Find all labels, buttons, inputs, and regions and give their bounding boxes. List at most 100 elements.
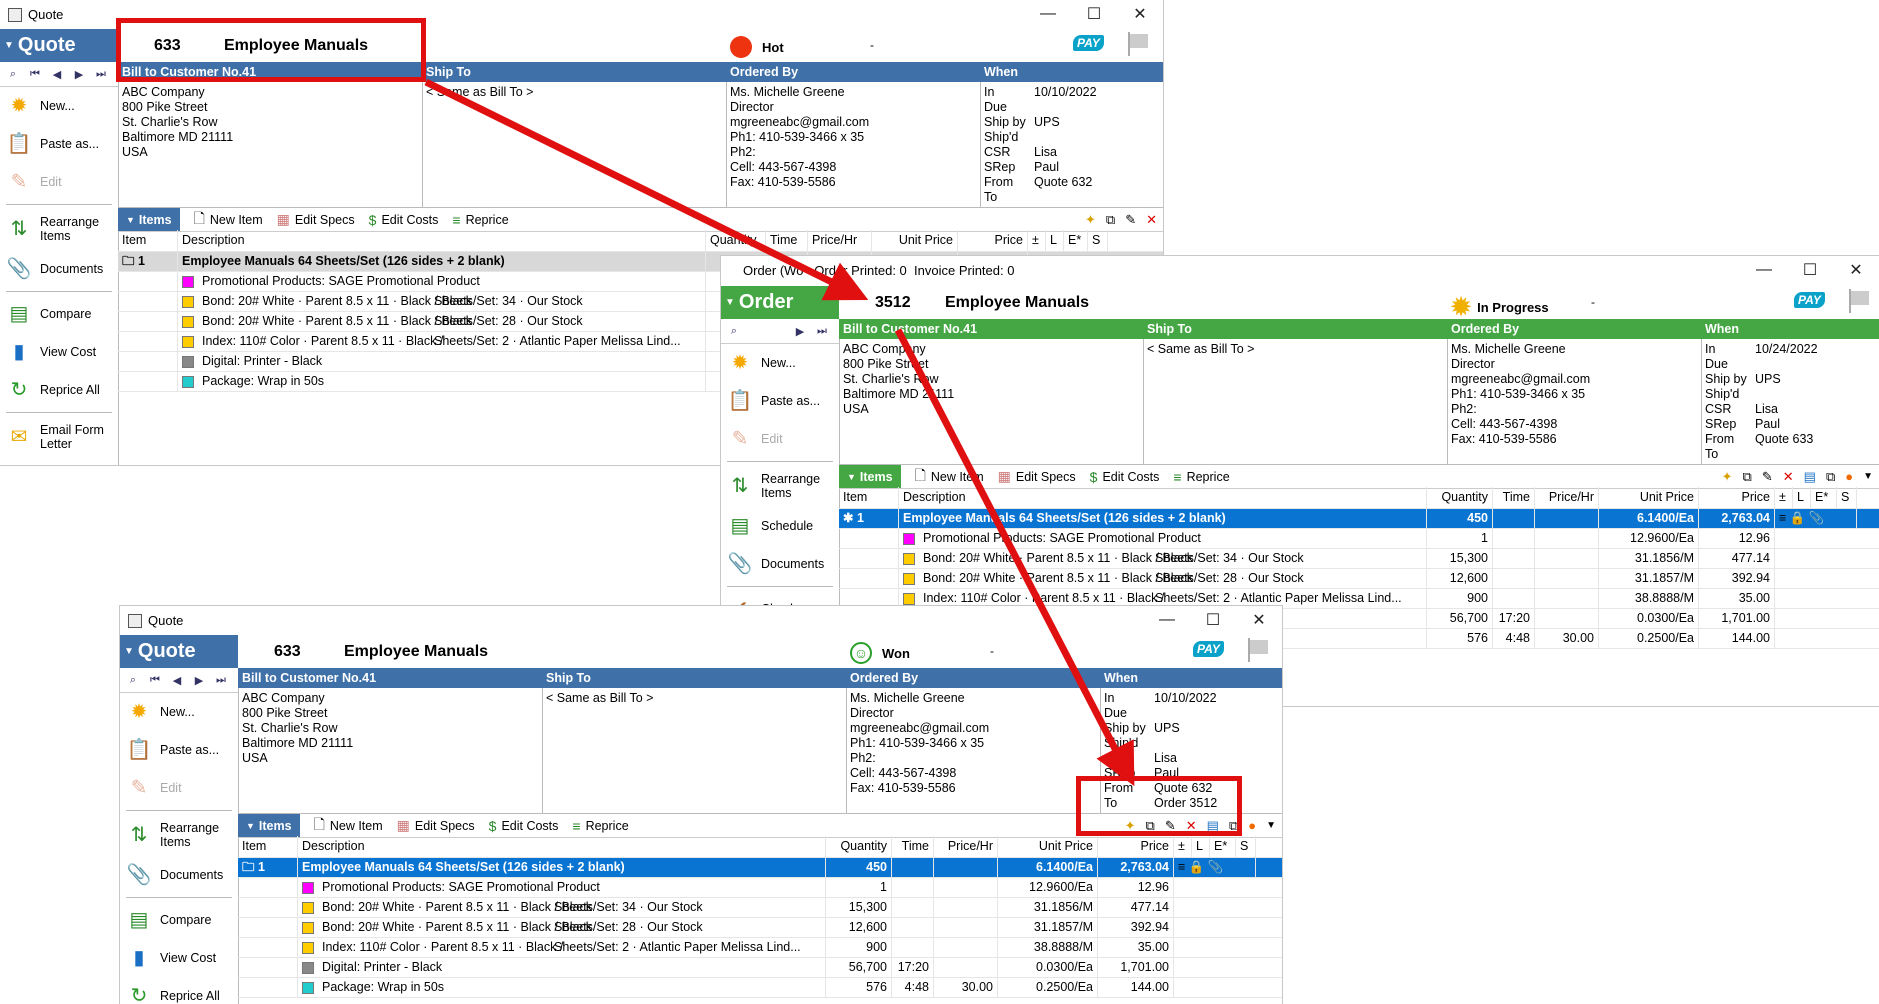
sidebar-rearrange-items[interactable]: ⇅ Rearrange Items [721,465,839,507]
next-record-icon[interactable]: ▶ [791,325,809,338]
col-quantity[interactable]: Quantity [706,230,766,251]
sidebar-reprice-all[interactable]: ↻ Reprice All [120,977,238,1004]
when-column[interactable]: When In 10/24/2022 Due Ship by UPS Ship'd … [1701,319,1879,464]
col-item[interactable]: Item [238,836,298,857]
edit-specs-button[interactable]: ▦ Edit Specs [397,817,475,834]
edit-costs-button[interactable]: $ Edit Costs [489,818,559,834]
new-item-button[interactable]: 🗋 New Item [915,465,984,489]
status-badge[interactable]: ☺ Won [850,642,910,664]
close-icon[interactable]: ✕ [1833,256,1879,284]
preview-icon[interactable]: ⧉ [1826,469,1835,485]
sidebar-rearrange-items[interactable]: ⇅ Rearrange Items [120,814,238,856]
col-description[interactable]: Description [899,487,1427,508]
copy-icon[interactable]: ⧉ [1106,212,1115,228]
col-time[interactable]: Time [1493,487,1535,508]
bill-to-column[interactable]: Bill to Customer No.41 ABC Company 800 Pik… [238,668,543,813]
ordered-by-column[interactable]: Ordered By Ms. Michelle Greene Director mgr… [846,668,1101,813]
doc-type-label[interactable]: ▼ Order [721,286,839,319]
items-button[interactable]: ▼ Items [839,465,901,488]
wand-icon[interactable]: ✦ [1085,212,1096,228]
prev-record-icon[interactable]: ◀ [48,68,66,81]
sidebar-paste-as[interactable]: 📋 Paste as... [0,125,118,163]
col-price-hr[interactable]: Price/Hr [934,836,998,857]
col-unit-price[interactable]: Unit Price [872,230,958,251]
minimize-icon[interactable]: — [1025,0,1071,28]
pay-icon[interactable]: PAY [1193,641,1224,657]
col-item[interactable]: Item [839,487,899,508]
col-s[interactable]: S [1837,487,1857,508]
flag-icon[interactable] [1126,32,1150,56]
reprice-button[interactable]: ≡ Reprice [1173,469,1229,485]
list-view-icon[interactable]: ▤ [1804,469,1816,485]
status-badge[interactable]: ✹ In Progress [1451,293,1549,322]
col-price[interactable]: Price [1699,487,1775,508]
edit-specs-button[interactable]: ▦ Edit Specs [277,211,355,228]
copy-icon[interactable]: ⧉ [1743,469,1752,485]
col-price[interactable]: Price [1098,836,1174,857]
sidebar-reprice-all[interactable]: ↻ Reprice All [0,371,118,409]
col-e[interactable]: E* [1811,487,1837,508]
sidebar-compare[interactable]: ▤ Compare [0,295,118,333]
sidebar-view-cost[interactable]: ▮ View Cost [0,333,118,371]
sidebar-view-cost[interactable]: ▮ View Cost [120,939,238,977]
minimize-icon[interactable]: — [1144,606,1190,634]
col-l[interactable]: L [1793,487,1811,508]
table-row[interactable]: Index: 110# Color · Parent 8.5 x 11 · Bl… [238,938,1282,958]
orange-circle-icon[interactable]: ● [1248,818,1256,833]
col-quantity[interactable]: Quantity [826,836,892,857]
last-record-icon[interactable]: ⏭ [212,674,230,687]
reprice-button[interactable]: ≡ Reprice [572,818,628,834]
prev-record-icon[interactable]: ◀ [168,674,186,687]
col-pm[interactable]: ± [1174,836,1192,857]
maximize-icon[interactable]: ☐ [1787,256,1833,284]
sidebar-compare[interactable]: ▤ Compare [120,901,238,939]
col-price-hr[interactable]: Price/Hr [1535,487,1599,508]
first-record-icon[interactable]: ⏮ [26,68,44,81]
items-button[interactable]: ▼ Items [118,208,180,231]
delete-icon[interactable]: ✕ [1783,469,1794,485]
new-item-button[interactable]: 🗋 New Item [314,814,383,838]
table-row[interactable]: Bond: 20# White · Parent 8.5 x 11 · Blac… [238,918,1282,938]
close-icon[interactable]: ✕ [1236,606,1282,634]
col-quantity[interactable]: Quantity [1427,487,1493,508]
next-record-icon[interactable]: ▶ [70,68,88,81]
sidebar-paste-as[interactable]: 📋 Paste as... [120,731,238,769]
sidebar-schedule[interactable]: ▤ Schedule [721,507,839,545]
chevron-down-icon[interactable]: ▼ [1863,471,1873,482]
col-e[interactable]: E* [1064,230,1088,251]
sidebar-rearrange-items[interactable]: ⇅ Rearrange Items [0,208,118,250]
table-row[interactable]: Digital: Printer - Black 56,700 17:20 0.030… [238,958,1282,978]
close-icon[interactable]: ✕ [1117,0,1163,28]
col-pm[interactable]: ± [1028,230,1046,251]
col-pm[interactable]: ± [1775,487,1793,508]
sidebar-documents[interactable]: 📎 Documents [0,250,118,288]
items-button[interactable]: ▼ Items [238,814,300,837]
sidebar-documents[interactable]: 📎 Documents [721,545,839,583]
pay-icon[interactable]: PAY [1073,35,1104,51]
flag-icon[interactable] [1246,638,1270,662]
col-l[interactable]: L [1046,230,1064,251]
sidebar-edit[interactable]: ✎ Edit [120,769,238,807]
table-row[interactable]: 🗀 1 Employee Manuals 64 Sheets/Set (126 s… [238,858,1282,878]
maximize-icon[interactable]: ☐ [1071,0,1117,28]
first-record-icon[interactable]: ⏮ [146,674,164,687]
col-description[interactable]: Description [298,836,826,857]
col-price-hr[interactable]: Price/Hr [808,230,872,251]
chevron-down-icon[interactable]: ▼ [1266,820,1276,831]
edit-costs-button[interactable]: $ Edit Costs [1090,469,1160,485]
doc-type-label[interactable]: ▼ Quote [0,29,118,62]
edit-icon[interactable]: ✎ [1762,469,1773,485]
wand-icon[interactable]: ✦ [1722,469,1733,485]
search-icon[interactable]: ⌕ [124,674,142,687]
col-price[interactable]: Price [958,230,1028,251]
sidebar-edit[interactable]: ✎ Edit [0,163,118,201]
sidebar-email-form-letter[interactable]: ✉ Email Form Letter [0,416,118,458]
bill-to-column[interactable]: Bill to Customer No.41 ABC Company 800 Pik… [839,319,1144,464]
edit-icon[interactable]: ✎ [1125,212,1136,228]
table-row[interactable]: Package: Wrap in 50s 576 4:48 30.00 0.2500/E… [238,978,1282,998]
edit-costs-button[interactable]: $ Edit Costs [369,212,439,228]
sidebar-paste-as[interactable]: 📋 Paste as... [721,382,839,420]
last-record-icon[interactable]: ⏭ [813,325,831,338]
col-time[interactable]: Time [892,836,934,857]
sidebar-edit[interactable]: ✎ Edit [721,420,839,458]
